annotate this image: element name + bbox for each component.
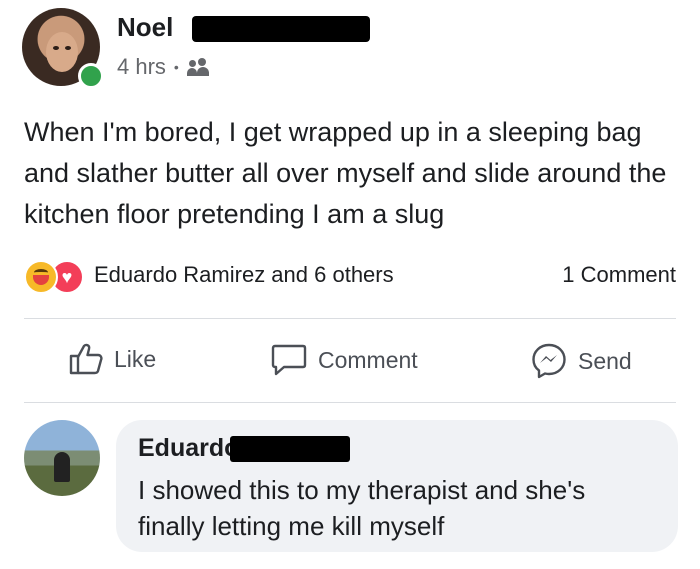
commenter-avatar[interactable]	[24, 420, 100, 496]
action-bar: Like Comment Send	[24, 336, 676, 388]
like-label: Like	[114, 345, 157, 372]
post-time[interactable]: 4 hrs	[117, 54, 166, 80]
reaction-names[interactable]: Eduardo Ramirez and 6 others	[94, 262, 394, 288]
redacted-surname	[230, 436, 350, 462]
friends-icon[interactable]	[186, 58, 211, 76]
reactions-bar: ♥ Eduardo Ramirez and 6 others 1 Comment	[24, 258, 676, 294]
meta-separator: •	[173, 59, 179, 75]
online-status-icon	[78, 63, 104, 89]
comment-button[interactable]: Comment	[270, 342, 418, 378]
send-label: Send	[578, 347, 632, 374]
avatar-face	[46, 32, 78, 72]
avatar-eye-right	[65, 46, 71, 50]
reaction-icons[interactable]: ♥	[24, 260, 94, 294]
messenger-icon	[532, 343, 566, 379]
comment-count[interactable]: 1 Comment	[562, 262, 676, 288]
avatar-eye-left	[53, 46, 59, 50]
comment-author-name[interactable]: Eduardo	[138, 434, 239, 463]
speech-bubble-icon	[271, 344, 307, 376]
comment-label: Comment	[318, 346, 418, 373]
post-author-name[interactable]: Noel	[117, 12, 173, 43]
comment-bubble: Eduardo I showed this to my therapist an…	[116, 420, 678, 552]
send-button[interactable]: Send	[530, 342, 632, 380]
redacted-surname	[192, 16, 370, 42]
divider-top	[24, 318, 676, 319]
post-header: Noel 4 hrs •	[22, 8, 682, 89]
avatar-person	[54, 452, 70, 482]
comment: Eduardo I showed this to my therapist an…	[24, 420, 680, 556]
post-text: When I'm bored, I get wrapped up in a sl…	[24, 117, 667, 229]
thumbs-up-icon	[69, 343, 103, 375]
comment-text: I showed this to my therapist and she's …	[138, 475, 586, 541]
haha-reaction-icon	[24, 260, 58, 294]
like-button[interactable]: Like	[68, 342, 156, 376]
divider-bottom	[24, 402, 676, 403]
post-meta: 4 hrs •	[117, 54, 211, 80]
